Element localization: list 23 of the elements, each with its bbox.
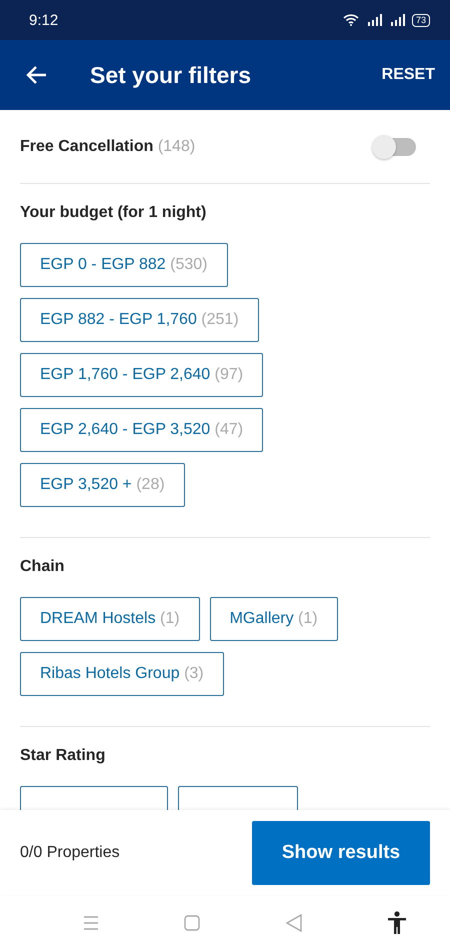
screen-title: Set your filters (90, 62, 252, 88)
show-results-button[interactable]: Show results (252, 820, 430, 884)
filter-chip[interactable]: EGP 2,640 - EGP 3,520 (47) (20, 408, 264, 452)
section-title: Chain (20, 558, 66, 576)
status-time: 9:12 (29, 12, 58, 28)
wifi-icon (342, 14, 359, 26)
filter-chip[interactable]: EGP 882 - EGP 1,760 (251) (20, 298, 259, 342)
filter-chip[interactable]: MGallery (1) (210, 597, 338, 641)
filter-chip[interactable]: EGP 1,760 - EGP 2,640 (97) (20, 353, 264, 397)
filter-chip[interactable]: EGP 3,520 + (28) (20, 463, 185, 507)
free-cancellation-label: Free Cancellation (148) (20, 138, 196, 156)
signal-icon (366, 14, 382, 26)
accessibility-icon[interactable] (387, 910, 408, 934)
back-arrow-icon[interactable] (25, 65, 47, 85)
battery-level: 73 (412, 14, 430, 26)
filter-chip[interactable]: DREAM Hostels (1) (20, 597, 200, 641)
section-title: Star Rating (20, 747, 106, 765)
filter-chip[interactable]: Ribas Hotels Group (3) (20, 652, 224, 696)
filter-chip[interactable]: EGP 0 - EGP 882 (530) (20, 243, 228, 287)
section-title: Your budget (for 1 night) (20, 204, 208, 222)
reset-button[interactable]: RESET (382, 60, 435, 90)
properties-count: 0/0 Properties (20, 844, 120, 862)
signal-icon (388, 14, 405, 26)
